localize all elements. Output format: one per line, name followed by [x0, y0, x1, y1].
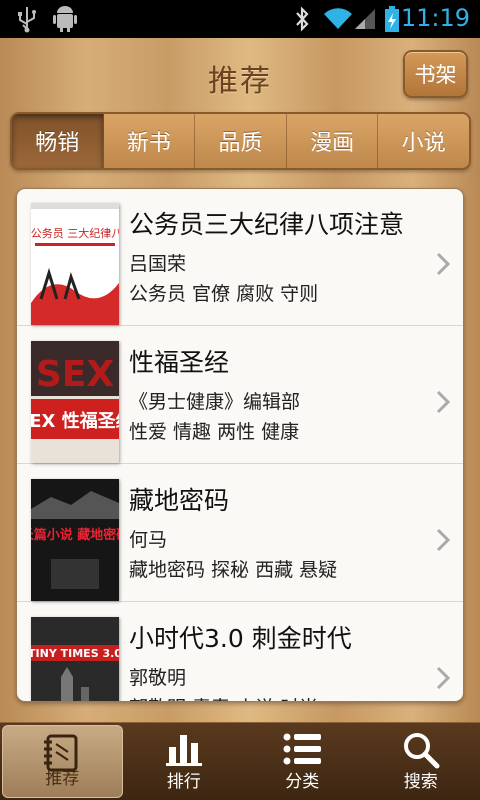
wifi-icon	[322, 0, 354, 38]
cover-text: 公务员 三大纪律八项注意	[31, 226, 119, 240]
book-author: 何马	[129, 529, 168, 551]
cover-text: SEX 性福圣经	[31, 410, 119, 432]
book-title: 藏地密码	[129, 486, 230, 515]
search-icon	[403, 733, 440, 769]
tab-bestseller[interactable]: 畅销	[12, 114, 104, 168]
list-icon	[283, 733, 322, 765]
tab-quality[interactable]: 品质	[195, 114, 287, 168]
tab-new-books[interactable]: 新书	[104, 114, 196, 168]
book-tags: 郭敬明 青春 小说 时尚	[129, 693, 318, 701]
book-list-item[interactable]: 长篇小说 藏地密码 藏地密码 何马 藏地密码 探秘 西藏 悬疑	[17, 465, 463, 602]
bluetooth-icon	[292, 0, 312, 38]
nav-search[interactable]: 搜索	[362, 723, 480, 800]
clock: 11:19	[400, 4, 470, 32]
status-bar: 11:19	[0, 0, 480, 38]
book-author: 《男士健康》编辑部	[129, 391, 301, 413]
book-title: 性福圣经	[129, 348, 230, 377]
nav-recommend[interactable]: 推荐	[2, 725, 123, 798]
book-title: 小时代3.0 刺金时代	[129, 624, 352, 653]
book-cover: 公务员 三大纪律八项注意	[31, 203, 119, 325]
android-debug-icon	[52, 0, 78, 38]
svg-text:SEX: SEX	[36, 354, 115, 395]
chevron-right-icon	[436, 528, 451, 552]
cover-text: 长篇小说 藏地密码	[31, 527, 119, 543]
book-cover: 长篇小说 藏地密码	[31, 479, 119, 601]
book-cover: SEX SEX 性福圣经	[31, 341, 119, 463]
book-list-item[interactable]: 公务员 三大纪律八项注意 公务员三大纪律八项注意 吕国荣 公务员 官僚 腐败 守…	[17, 189, 463, 326]
battery-charging-icon	[382, 0, 402, 38]
nav-category[interactable]: 分类	[243, 723, 362, 800]
tab-novels[interactable]: 小说	[378, 114, 469, 168]
header: 推荐 书架	[0, 38, 480, 110]
book-tags: 性爱 情趣 两性 健康	[129, 421, 300, 443]
book-list: 公务员 三大纪律八项注意 公务员三大纪律八项注意 吕国荣 公务员 官僚 腐败 守…	[16, 188, 464, 702]
book-author: 郭敬明	[129, 667, 187, 689]
nav-ranking[interactable]: 排行	[125, 723, 244, 800]
nav-label: 搜索	[403, 772, 438, 792]
book-list-item[interactable]: TINY TIMES 3.0 小时代3.0 刺金时代 郭敬明 郭敬明 青春 小说…	[17, 603, 463, 701]
nav-label: 排行	[166, 772, 201, 792]
book-list-item[interactable]: SEX SEX 性福圣经 性福圣经 《男士健康》编辑部 性爱 情趣 两性 健康	[17, 327, 463, 464]
cover-text: TINY TIMES 3.0	[31, 647, 119, 660]
book-tags: 藏地密码 探秘 西藏 悬疑	[129, 559, 338, 581]
category-tabs: 畅销 新书 品质 漫画 小说	[10, 112, 471, 170]
book-cover: TINY TIMES 3.0	[31, 617, 119, 701]
book-title: 公务员三大纪律八项注意	[129, 210, 405, 239]
chevron-right-icon	[436, 252, 451, 276]
chevron-right-icon	[436, 390, 451, 414]
bottom-navigation: 推荐 排行 分类 搜索	[0, 722, 480, 800]
book-tags: 公务员 官僚 腐败 守则	[129, 283, 319, 305]
nav-label: 分类	[285, 772, 320, 792]
chevron-right-icon	[436, 666, 451, 690]
bar-chart-icon	[165, 735, 202, 766]
book-author: 吕国荣	[129, 253, 187, 275]
signal-icon	[352, 0, 378, 38]
usb-icon	[14, 0, 40, 38]
notebook-icon	[44, 734, 78, 772]
bookshelf-button[interactable]: 书架	[403, 50, 468, 98]
tab-comics[interactable]: 漫画	[287, 114, 379, 168]
